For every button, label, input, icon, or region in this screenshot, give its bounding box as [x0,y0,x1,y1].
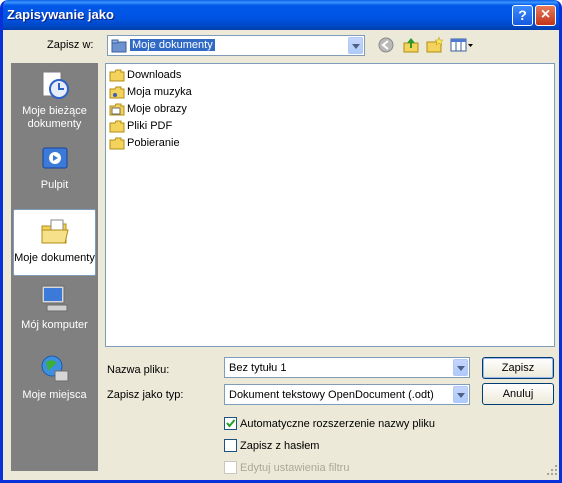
my-documents-small-icon [111,39,127,53]
pictures-folder-icon [109,103,125,116]
folder-icon [109,120,125,133]
place-label: Moje bieżące dokumenty [22,105,87,130]
edit-filter-settings-checkbox [224,461,237,474]
checkmark-icon [226,419,236,428]
filename-label: Nazwa pliku: [107,364,170,376]
chevron-down-icon[interactable] [348,37,363,54]
place-my-documents[interactable]: Moje dokumenty [13,209,96,276]
new-folder-icon[interactable] [426,36,444,54]
my-computer-icon [41,285,67,312]
place-label: Moje miejsca [22,389,87,401]
place-label: Pulpit [40,179,69,191]
close-button[interactable]: × [535,5,556,26]
place-label: Moje dokumenty [14,252,95,264]
place-label: Mój komputer [21,319,88,331]
music-folder-icon [109,86,125,99]
title-bar[interactable]: Zapisywanie jako ? × [3,0,559,30]
my-documents-icon [41,219,69,244]
chevron-down-icon[interactable] [453,386,468,403]
resize-grip-icon[interactable] [546,464,558,476]
save-with-password-label: Zapisz z hasłem [240,440,320,452]
cancel-button[interactable]: Anuluj [482,383,554,405]
up-folder-icon[interactable] [402,36,420,54]
folder-icon [109,137,125,150]
places-bar: Moje bieżące dokumenty Pulpit Moje dokum… [11,63,98,471]
network-places-icon [41,355,68,382]
save-in-dropdown[interactable]: Moje dokumenty [107,35,365,56]
place-recent-documents[interactable]: Moje bieżące dokumenty [13,69,96,137]
file-name: Moje obrazy [127,103,187,115]
file-name: Pliki PDF [127,120,173,132]
filetype-label: Zapisz jako typ: [107,389,184,401]
save-in-label: Zapisz w: [47,39,94,51]
auto-extension-checkbox[interactable] [224,417,237,430]
save-in-value: Moje dokumenty [129,38,216,52]
filename-input[interactable]: Bez tytułu 1 [224,357,470,378]
save-as-dialog: Zapisywanie jako ? × Zapisz w: Moje doku… [0,0,562,483]
help-button[interactable]: ? [512,5,533,26]
file-name: Pobieranie [127,137,180,149]
auto-extension-label: Automatyczne rozszerzenie nazwy pliku [240,418,436,430]
save-with-password-checkbox[interactable] [224,439,237,452]
file-name: Moja muzyka [127,86,192,98]
filetype-dropdown[interactable]: Dokument tekstowy OpenDocument (.odt) [224,384,470,405]
view-menu-icon[interactable] [450,37,474,53]
file-list[interactable]: Downloads Moja muzyka Moje obrazy Pliki … [105,63,555,347]
filetype-value: Dokument tekstowy OpenDocument (.odt) [229,389,434,401]
file-name: Downloads [127,69,182,81]
place-network[interactable]: Moje miejsca [13,353,96,421]
recent-documents-icon [42,71,69,99]
dialog-title: Zapisywanie jako [7,7,114,22]
desktop-icon [42,147,67,169]
edit-filter-settings-label: Edytuj ustawienia filtru [240,462,350,474]
folder-icon [109,69,125,82]
back-icon[interactable] [378,37,394,53]
chevron-down-icon[interactable] [453,359,468,376]
place-my-computer[interactable]: Mój komputer [13,283,96,347]
save-button[interactable]: Zapisz [482,357,554,379]
filename-value: Bez tytułu 1 [229,362,287,374]
place-desktop[interactable]: Pulpit [13,143,96,203]
